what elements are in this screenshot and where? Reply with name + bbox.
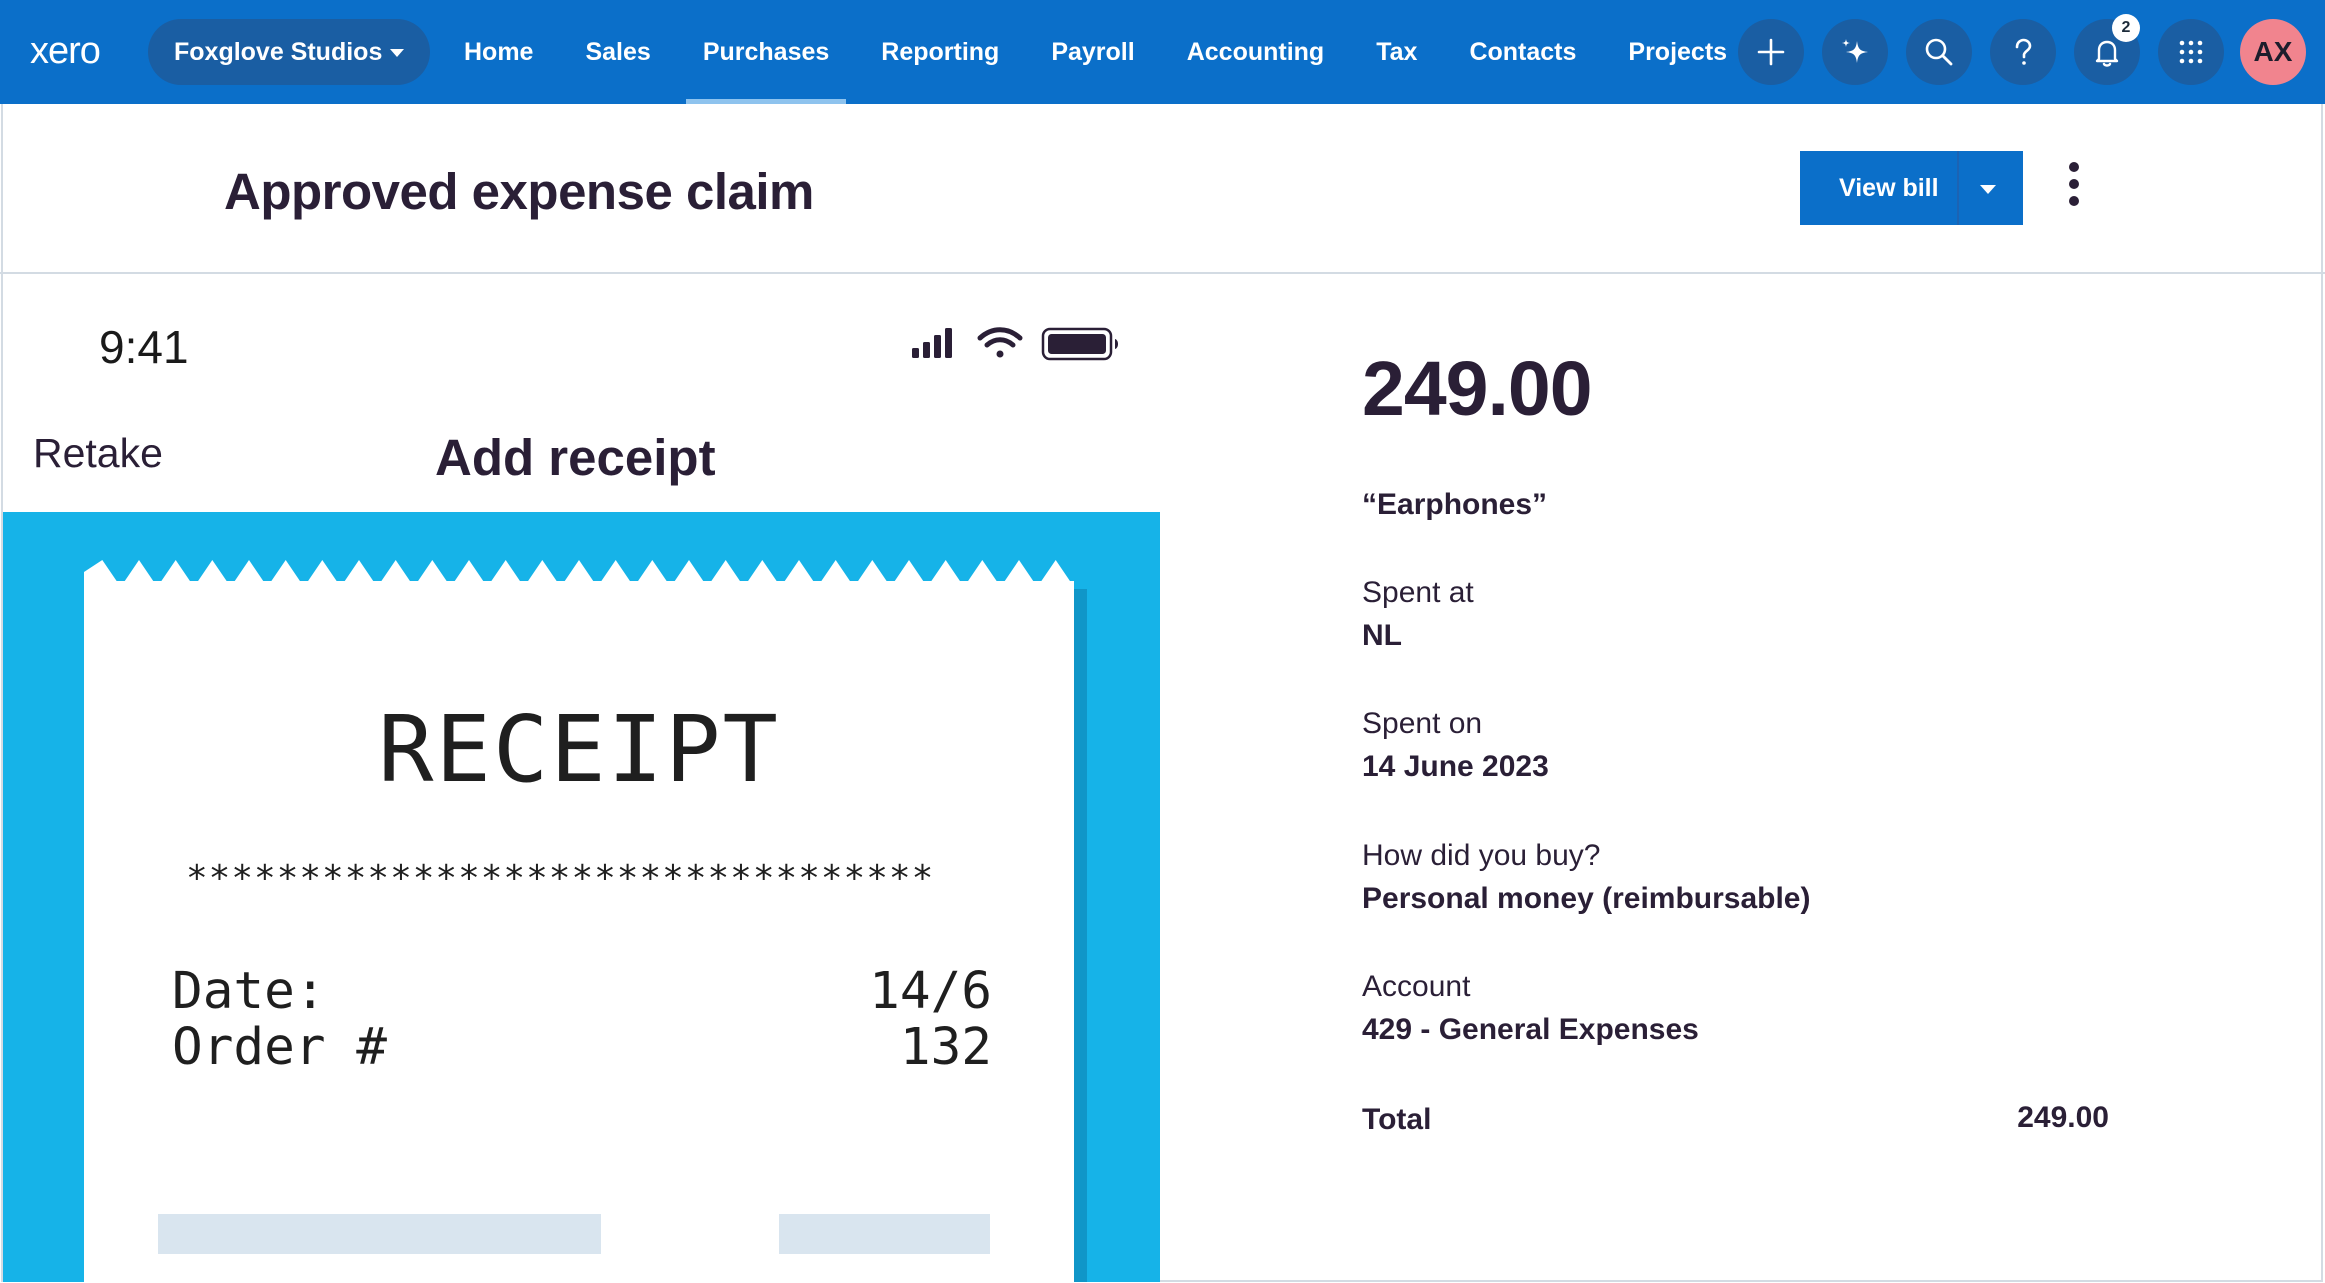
notification-count-badge: 2 <box>2112 14 2140 42</box>
organisation-switcher[interactable]: Foxglove Studios <box>148 19 430 85</box>
nav-home[interactable]: Home <box>447 0 550 104</box>
spent-at-label: Spent at <box>1362 576 1474 609</box>
search-icon[interactable] <box>1906 19 1972 85</box>
receipt-phone-preview: 9:41 Retake Add receipt RECEIPT ********… <box>3 276 1160 1282</box>
nav-projects[interactable]: Projects <box>1611 0 1744 104</box>
spent-at-value: NL <box>1362 619 1402 652</box>
receipt-date-label: Date: <box>172 962 326 1021</box>
avatar[interactable]: AX <box>2240 19 2306 85</box>
receipt-paper <box>84 581 1074 1282</box>
receipt-heading: RECEIPT <box>378 696 780 803</box>
sparkle-icon[interactable] <box>1822 19 1888 85</box>
claim-description: “Earphones” <box>1362 488 1548 521</box>
add-receipt-title: Add receipt <box>435 429 716 486</box>
nav-purchases[interactable]: Purchases <box>685 0 847 104</box>
nav-payroll[interactable]: Payroll <box>1034 0 1151 104</box>
receipt-date-value: 14/6 <box>869 962 992 1021</box>
spent-on-label: Spent on <box>1362 707 1483 740</box>
app-grid-icon[interactable] <box>2158 19 2224 85</box>
nav-contacts[interactable]: Contacts <box>1452 0 1593 104</box>
battery-icon <box>1041 327 1118 361</box>
spent-on-value: 14 June 2023 <box>1362 750 1549 783</box>
account-value: 429 - General Expenses <box>1362 1013 1699 1046</box>
payment-method-label: How did you buy? <box>1362 839 1601 872</box>
claim-amount: 249.00 <box>1362 346 1593 432</box>
payment-method-value: Personal money (reimbursable) <box>1362 882 1811 915</box>
receipt-placeholder-amount <box>779 1214 990 1254</box>
nav-tax[interactable]: Tax <box>1359 0 1434 104</box>
total-value: 249.00 <box>2017 1101 2109 1134</box>
organisation-name: Foxglove Studios <box>174 37 383 66</box>
page-title: Approved expense claim <box>224 163 814 220</box>
view-bill-button[interactable]: View bill <box>1800 151 2023 225</box>
nav-sales[interactable]: Sales <box>568 0 667 104</box>
account-label: Account <box>1362 970 1471 1003</box>
plus-icon[interactable] <box>1738 19 1804 85</box>
main-menu: Home Sales Purchases Reporting Payroll A… <box>447 0 1762 104</box>
receipt-torn-edge <box>84 560 1074 592</box>
signal-icon <box>912 328 952 358</box>
top-navigation: xero Foxglove Studios Home Sales Purchas… <box>0 0 2325 104</box>
page-header: Approved expense claim View bill <box>0 104 2325 274</box>
chevron-down-icon[interactable] <box>1980 185 1996 194</box>
nav-accounting[interactable]: Accounting <box>1170 0 1342 104</box>
phone-status-icons <box>912 327 1118 361</box>
split-divider <box>1957 151 1959 225</box>
wifi-icon <box>977 327 1023 358</box>
bell-icon[interactable]: 2 <box>2074 14 2140 85</box>
phone-clock: 9:41 <box>99 321 189 373</box>
retake-button[interactable]: Retake <box>33 430 163 477</box>
receipt-order-value: 132 <box>899 1018 992 1077</box>
receipt-separator: ********************************* <box>186 858 935 899</box>
total-label: Total <box>1362 1103 1432 1136</box>
help-icon[interactable] <box>1990 19 2056 85</box>
xero-logo[interactable]: xero <box>30 28 124 74</box>
chevron-down-icon <box>390 49 404 57</box>
more-options-icon[interactable] <box>2054 160 2094 216</box>
receipt-order-label: Order # <box>172 1018 387 1077</box>
nav-reporting[interactable]: Reporting <box>864 0 1016 104</box>
receipt-placeholder-line <box>158 1214 601 1254</box>
global-actions: 2 <box>1738 14 2242 85</box>
view-bill-label: View bill <box>1839 174 1939 202</box>
